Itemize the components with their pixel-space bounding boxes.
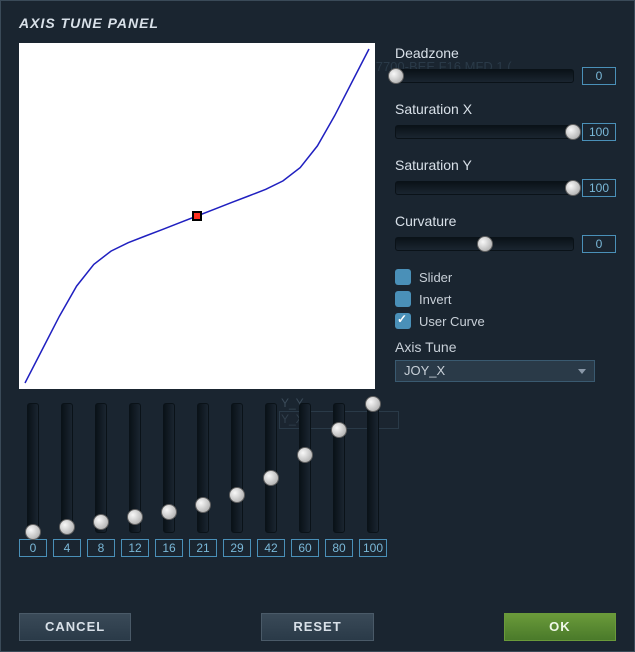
user-curve-slider-track[interactable]: [367, 403, 379, 533]
user-curve-slider: 21: [189, 403, 217, 557]
saty-value[interactable]: 100: [582, 179, 616, 197]
user-curve-slider-track[interactable]: [95, 403, 107, 533]
user-curve-sliders: Y_Y Y_X 04812162129426080100: [1, 389, 634, 557]
saty-label: Saturation Y: [395, 157, 616, 173]
user-curve-slider-track[interactable]: [299, 403, 311, 533]
checkbox-group: Slider Invert User Curve: [395, 269, 616, 329]
user-curve-slider-track[interactable]: [231, 403, 243, 533]
user-curve-slider: 16: [155, 403, 183, 557]
saty-slider[interactable]: [395, 181, 574, 195]
axis-tune-label: Axis Tune: [395, 339, 616, 355]
saty-knob[interactable]: [565, 180, 581, 196]
user-curve-slider-value[interactable]: 42: [257, 539, 285, 557]
invert-checkbox[interactable]: [395, 291, 411, 307]
user-curve-slider: 8: [87, 403, 115, 557]
curve-graph[interactable]: [19, 43, 375, 389]
user-curve-slider: 4: [53, 403, 81, 557]
deadzone-value[interactable]: 0: [582, 67, 616, 85]
axis-tune-dropdown[interactable]: JOY_X: [395, 360, 595, 382]
satx-value[interactable]: 100: [582, 123, 616, 141]
user-curve-slider-value[interactable]: 60: [291, 539, 319, 557]
user-curve-slider-value[interactable]: 80: [325, 539, 353, 557]
user-curve-slider-knob[interactable]: [25, 524, 41, 540]
slider-check-row[interactable]: Slider: [395, 269, 616, 285]
curvature-label: Curvature: [395, 213, 616, 229]
user-curve-slider-knob[interactable]: [59, 519, 75, 535]
deadzone-knob[interactable]: [388, 68, 404, 84]
curvature-control: Curvature 0: [395, 213, 616, 253]
curve-center-marker[interactable]: [192, 211, 202, 221]
curvature-knob[interactable]: [477, 236, 493, 252]
user-curve-slider-knob[interactable]: [331, 422, 347, 438]
deadzone-control: Deadzone 0: [395, 45, 616, 85]
curvature-slider[interactable]: [395, 237, 574, 251]
user-curve-slider-track[interactable]: [163, 403, 175, 533]
slider-checkbox[interactable]: [395, 269, 411, 285]
curvature-value[interactable]: 0: [582, 235, 616, 253]
user-curve-slider-value[interactable]: 4: [53, 539, 81, 557]
user-curve-slider-value[interactable]: 100: [359, 539, 387, 557]
deadzone-label: Deadzone: [395, 45, 616, 61]
user-curve-slider-knob[interactable]: [161, 504, 177, 520]
invert-check-label: Invert: [419, 292, 452, 307]
user-curve-slider: 0: [19, 403, 47, 557]
usercurve-check-row[interactable]: User Curve: [395, 313, 616, 329]
user-curve-slider-knob[interactable]: [263, 470, 279, 486]
user-curve-slider-value[interactable]: 12: [121, 539, 149, 557]
main-row: Deadzone 0 Saturation X 100: [1, 41, 634, 389]
axis-tune-value: JOY_X: [404, 363, 445, 378]
user-curve-slider-knob[interactable]: [297, 447, 313, 463]
satx-knob[interactable]: [565, 124, 581, 140]
user-curve-slider-track[interactable]: [265, 403, 277, 533]
user-curve-slider-value[interactable]: 29: [223, 539, 251, 557]
axis-tune-panel: × Interface/ UIBaja-Black GF 0/637700-BE…: [0, 0, 635, 652]
user-curve-slider-knob[interactable]: [195, 497, 211, 513]
user-curve-slider-track[interactable]: [197, 403, 209, 533]
user-curve-slider: 12: [121, 403, 149, 557]
satx-control: Saturation X 100: [395, 101, 616, 141]
panel-title: AXIS TUNE PANEL: [1, 1, 634, 41]
satx-label: Saturation X: [395, 101, 616, 117]
user-curve-slider-track[interactable]: [129, 403, 141, 533]
usercurve-checkbox[interactable]: [395, 313, 411, 329]
reset-button[interactable]: RESET: [261, 613, 373, 641]
user-curve-slider-track[interactable]: [27, 403, 39, 533]
cancel-button[interactable]: CANCEL: [19, 613, 131, 641]
slider-check-label: Slider: [419, 270, 452, 285]
user-curve-slider-knob[interactable]: [229, 487, 245, 503]
ok-button[interactable]: OK: [504, 613, 616, 641]
invert-check-row[interactable]: Invert: [395, 291, 616, 307]
user-curve-slider-value[interactable]: 21: [189, 539, 217, 557]
deadzone-slider[interactable]: [395, 69, 574, 83]
user-curve-slider-knob[interactable]: [93, 514, 109, 530]
usercurve-check-label: User Curve: [419, 314, 485, 329]
user-curve-slider-value[interactable]: 0: [19, 539, 47, 557]
user-curve-slider-value[interactable]: 8: [87, 539, 115, 557]
user-curve-slider-value[interactable]: 16: [155, 539, 183, 557]
user-curve-slider: 29: [223, 403, 251, 557]
button-row: CANCEL RESET OK: [1, 613, 634, 641]
user-curve-slider-knob[interactable]: [365, 396, 381, 412]
user-curve-slider-knob[interactable]: [127, 509, 143, 525]
satx-slider[interactable]: [395, 125, 574, 139]
controls-column: Deadzone 0 Saturation X 100: [395, 41, 616, 389]
user-curve-slider-track[interactable]: [333, 403, 345, 533]
saty-control: Saturation Y 100: [395, 157, 616, 197]
user-curve-slider-track[interactable]: [61, 403, 73, 533]
